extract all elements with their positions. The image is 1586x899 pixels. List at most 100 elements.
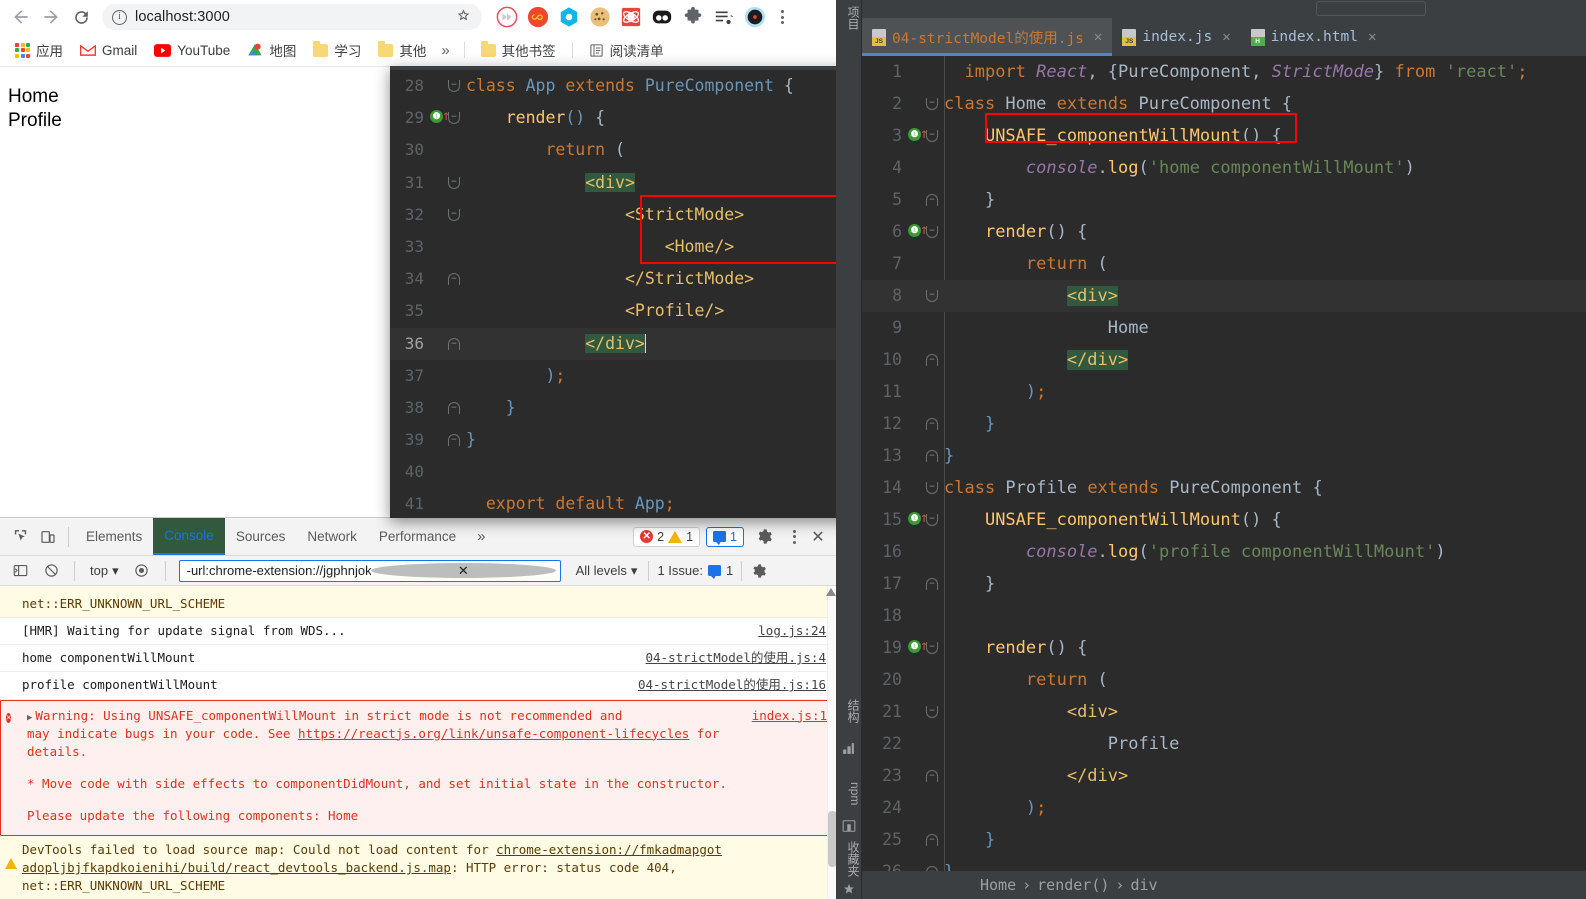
bookmark-apps[interactable]: 应用 (8, 37, 70, 63)
console-output[interactable]: net::ERR_UNKNOWN_URL_SCHEME [HMR] Waitin… (0, 586, 838, 899)
more-tabs-button[interactable]: » (467, 528, 495, 545)
fold-icon[interactable]: − (448, 112, 460, 125)
ide-tab-index-html[interactable]: index.html ✕ (1241, 18, 1387, 56)
console-source-link[interactable]: index.js:1 (752, 707, 827, 725)
close-tab-icon[interactable]: ✕ (1094, 29, 1102, 45)
floating-code-editor[interactable]: 28 − class App extends PureComponent { 2… (390, 66, 858, 518)
console-row-profile-log[interactable]: profile componentWillMount 04-strictMode… (0, 672, 838, 700)
vinyl-icon[interactable] (744, 6, 766, 28)
code-line[interactable]: 10 − </div> (862, 344, 1586, 376)
tab-console[interactable]: Console (153, 518, 225, 555)
fold-icon[interactable]: − (926, 578, 938, 590)
fold-icon[interactable]: − (926, 770, 938, 782)
code-line[interactable]: 8 − <div> (862, 280, 1586, 312)
site-info-icon[interactable]: i (112, 9, 127, 25)
fast-forward-icon[interactable] (496, 6, 518, 28)
code-line[interactable]: 32 − <StrictMode> (390, 199, 858, 231)
code-line[interactable]: 37 ); (390, 360, 858, 392)
clear-console-icon[interactable] (37, 557, 65, 585)
breadcrumb-item-home[interactable]: Home (980, 876, 1016, 894)
fold-icon[interactable]: − (926, 194, 938, 206)
code-line[interactable]: 12 − } (862, 408, 1586, 440)
forward-button[interactable] (36, 2, 66, 32)
rail-item-project[interactable]: 项目 (836, 0, 862, 36)
code-line[interactable]: 15 ❶ ↑ − UNSAFE_componentWillMount() { (862, 504, 1586, 536)
console-settings-gear-icon[interactable] (745, 557, 773, 585)
code-line[interactable]: 16 console.log('profile componentWillMou… (862, 536, 1586, 568)
bug-icon[interactable] (620, 6, 642, 28)
bookmark-other-bookmarks[interactable]: 其他书签 (474, 37, 563, 63)
fold-icon[interactable]: − (926, 226, 938, 238)
fold-icon[interactable]: − (448, 273, 460, 286)
code-line[interactable]: 1 import React, {PureComponent, StrictMo… (862, 56, 1586, 88)
breadcrumb-item-render[interactable]: render() (1037, 876, 1109, 894)
code-line[interactable]: 18 (862, 600, 1586, 632)
bookmark-maps[interactable]: 地图 (240, 37, 303, 63)
code-line[interactable]: 4 console.log('home componentWillMount') (862, 152, 1586, 184)
code-line[interactable]: 41 export default App; (390, 488, 858, 518)
console-row-sourcemap-warning[interactable]: DevTools failed to load source map: Coul… (0, 836, 838, 899)
console-message-link[interactable]: chrome-extension://fmkadmapgot (496, 842, 722, 857)
code-line[interactable]: 3 ❶ ↑ − UNSAFE_componentWillMount() { (862, 120, 1586, 152)
log-levels-select[interactable]: All levels ▾ (568, 563, 646, 579)
console-message-link[interactable]: https://reactjs.org/link/unsafe-componen… (298, 726, 689, 741)
devtools-settings-gear-icon[interactable] (750, 523, 778, 551)
code-line[interactable]: 6 ❶ ↑ − render() { (862, 216, 1586, 248)
bookmark-star-icon[interactable] (455, 7, 472, 28)
browser-menu-icon[interactable] (772, 10, 792, 24)
code-line[interactable]: 25 − } (862, 824, 1586, 856)
error-warning-counts[interactable]: ✕ 2 1 (633, 526, 701, 547)
fold-icon[interactable]: − (926, 642, 938, 654)
ide-search-box[interactable] (1316, 1, 1426, 16)
cookie-icon[interactable] (589, 6, 611, 28)
hexagon-icon[interactable] (558, 6, 580, 28)
live-expression-icon[interactable] (128, 557, 156, 585)
rail-item-favorites[interactable]: 收藏夹 (836, 835, 862, 883)
devtools-menu-icon[interactable] (784, 529, 804, 544)
code-line[interactable]: 22 Profile (862, 728, 1586, 760)
code-line[interactable]: 14 − class Profile extends PureComponent… (862, 472, 1586, 504)
fold-icon[interactable]: − (926, 834, 938, 846)
code-line[interactable]: 28 − class App extends PureComponent { (390, 70, 858, 102)
fold-icon[interactable]: − (926, 706, 938, 718)
ide-tab-strictmodel[interactable]: 04-strictModel的使用.js ✕ (862, 18, 1113, 56)
fold-icon[interactable]: − (926, 354, 938, 366)
clear-filter-icon[interactable]: ✕ (371, 563, 556, 578)
puzzle-icon[interactable] (682, 6, 704, 28)
code-line[interactable]: 17 − } (862, 568, 1586, 600)
code-line[interactable]: 31 − <div> (390, 167, 858, 199)
fold-icon[interactable]: − (926, 514, 938, 526)
breadcrumb-item-div[interactable]: div (1130, 876, 1157, 894)
fold-icon[interactable]: − (448, 208, 460, 221)
rail-item-structure[interactable]: 结构 (836, 693, 862, 729)
code-line[interactable]: 35 <Profile/> (390, 295, 858, 327)
close-tab-icon[interactable]: ✕ (1368, 29, 1376, 45)
code-line[interactable]: 24 ); (862, 792, 1586, 824)
ide-tab-index-js[interactable]: index.js ✕ (1112, 18, 1240, 56)
execution-context-select[interactable]: top ▾ (84, 563, 125, 579)
fold-icon[interactable]: − (926, 98, 938, 110)
console-filter-input[interactable]: -url:chrome-extension://jgphnjokjhjlcnna… (178, 559, 561, 582)
code-line[interactable]: 21 − <div> (862, 696, 1586, 728)
console-row-home-log[interactable]: home componentWillMount 04-strictModel的使… (0, 645, 838, 673)
close-tab-icon[interactable]: ✕ (1222, 29, 1230, 45)
expand-arrow-icon[interactable]: ▶ (27, 713, 32, 723)
inspect-element-icon[interactable] (6, 523, 34, 551)
console-row-hmr[interactable]: [HMR] Waiting for update signal from WDS… (0, 618, 838, 646)
console-source-link[interactable]: 04-strictModel的使用.js:16 (638, 676, 826, 694)
console-sidebar-icon[interactable] (6, 557, 34, 585)
reload-button[interactable] (66, 2, 96, 32)
bookmark-folder-other[interactable]: 其他 (371, 37, 433, 63)
infinity-icon[interactable] (527, 6, 549, 28)
omnibox[interactable]: i localhost:3000 (102, 4, 482, 30)
bookmarks-overflow-button[interactable]: » (436, 42, 454, 59)
code-line[interactable]: 33 <Home/> (390, 231, 858, 263)
fold-icon[interactable]: − (448, 434, 460, 447)
console-row-strictmode-warning[interactable]: ✕ ▶ Warning: Using UNSAFE_componentWillMo… (0, 699, 838, 837)
issues-indicator[interactable]: 1 Issue: 1 (648, 560, 743, 581)
fold-icon[interactable]: − (448, 337, 460, 350)
tab-network[interactable]: Network (296, 518, 368, 555)
fold-icon[interactable]: − (926, 482, 938, 494)
code-line[interactable]: 39 − } (390, 424, 858, 456)
console-row-warning-partial[interactable]: net::ERR_UNKNOWN_URL_SCHEME (0, 586, 838, 619)
